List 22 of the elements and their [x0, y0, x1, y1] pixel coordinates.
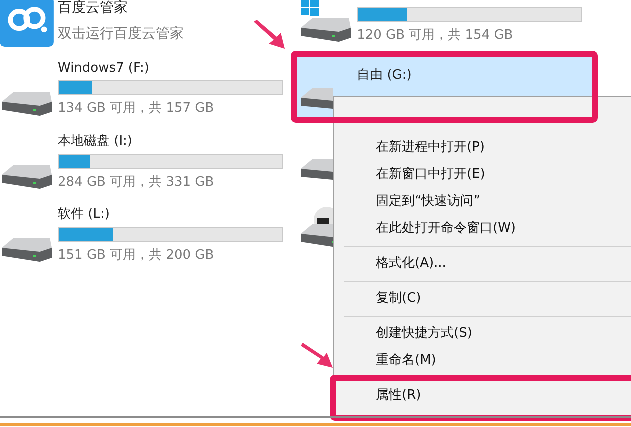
drive-detail: 284 GB 可用，共 331 GB	[58, 174, 214, 191]
drive-detail: 120 GB 可用，共 154 GB	[357, 27, 514, 44]
drive-name[interactable]: 本地磁盘 (I:)	[58, 132, 132, 150]
pointer-arrow	[252, 20, 286, 50]
drive-name[interactable]: 软件 (L:)	[58, 205, 110, 223]
menu-item[interactable]: 复制(C)	[334, 285, 631, 312]
drive-name[interactable]: 百度云管家	[58, 0, 128, 17]
pointer-arrow	[300, 343, 334, 369]
menu-item[interactable]: 在新进程中打开(P)	[334, 134, 631, 161]
menu-item[interactable]: 在新窗口中打开(E)	[334, 161, 631, 188]
drive-detail: 双击运行百度云管家	[58, 25, 184, 43]
drive-detail: 134 GB 可用，共 157 GB	[58, 100, 214, 116]
windows-drive-icon	[299, 0, 354, 44]
menu-item[interactable]: 格式化(A)...	[334, 250, 631, 277]
drive-name[interactable]: Windows7 (F:)	[58, 60, 150, 76]
menu-item[interactable]: 固定到“快速访问”	[334, 188, 631, 215]
drive-name[interactable]: 自由 (G:)	[357, 66, 412, 84]
drive-detail: 151 GB 可用，共 200 GB	[58, 247, 214, 264]
menu-item[interactable]: 属性(R)	[334, 382, 631, 409]
menu-item[interactable]: 重命名(M)	[334, 347, 631, 374]
menu-item[interactable]: 在此处打开命令窗口(W)	[334, 215, 631, 242]
menu-item[interactable]: 创建快捷方式(S)	[334, 320, 631, 347]
